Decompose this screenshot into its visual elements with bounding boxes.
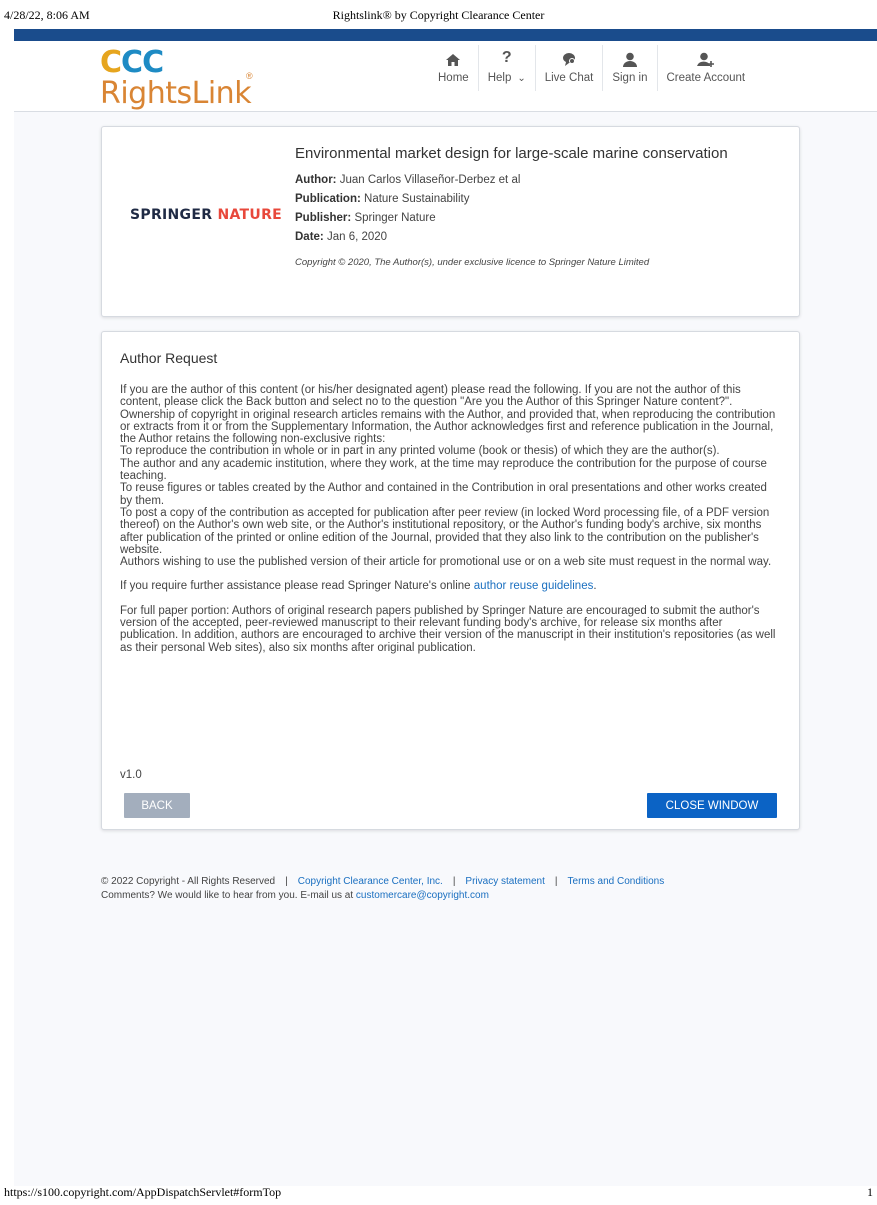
print-page-number: 1 <box>867 1185 873 1199</box>
version-label: v1.0 <box>120 769 142 781</box>
ccc-logo: CCC <box>100 45 164 80</box>
nav-help[interactable]: ? Help ⌄ <box>479 45 536 91</box>
privacy-link[interactable]: Privacy statement <box>465 876 544 887</box>
article-card: SPRINGER NATURE Environmental market des… <box>101 126 800 317</box>
request-paragraph: To reuse figures or tables created by th… <box>120 482 767 507</box>
author-row: Author: Juan Carlos Villaseñor-Derbez et… <box>295 174 521 186</box>
top-bar <box>14 29 877 41</box>
terms-link[interactable]: Terms and Conditions <box>568 876 665 887</box>
author-reuse-guidelines-link[interactable]: author reuse guidelines <box>474 580 594 592</box>
print-url: https://s100.copyright.com/AppDispatchSe… <box>4 1185 282 1199</box>
footer-separator: | <box>285 876 288 887</box>
print-title: Rightslink® by Copyright Clearance Cente… <box>332 8 545 22</box>
date-value: Jan 6, 2020 <box>326 231 388 243</box>
page: CCC RightsLink ® Home ? Help ⌄ Live Chat <box>14 29 877 1186</box>
request-paragraph: Ownership of copyright in original resea… <box>120 408 776 446</box>
nav-help-label: Help <box>487 72 512 84</box>
registered-mark: ® <box>246 71 253 81</box>
request-paragraph: To post a copy of the contribution as ac… <box>120 506 770 556</box>
author-value: Juan Carlos Villaseñor-Derbez et al <box>339 174 521 186</box>
article-title: Environmental market design for large-sc… <box>295 145 728 162</box>
chevron-down-icon: ⌄ <box>517 73 526 84</box>
nav-home-label: Home <box>438 72 469 84</box>
print-footer: https://s100.copyright.com/AppDispatchSe… <box>4 1185 873 1201</box>
assistance-paragraph: If you require further assistance please… <box>120 580 597 593</box>
rightslink-logo[interactable]: CCC RightsLink ® <box>100 45 260 111</box>
publication-value: Nature Sustainability <box>364 193 470 205</box>
footer-copyright: © 2022 Copyright - All Rights Reserved <box>101 876 276 887</box>
full-paper-paragraph: For full paper portion: Authors of origi… <box>120 604 776 654</box>
author-request-heading: Author Request <box>120 350 218 366</box>
request-paragraph: The author and any academic institution,… <box>120 457 767 483</box>
print-header: 4/28/22, 8:06 AM Rightslink® by Copyrigh… <box>4 8 873 24</box>
back-button[interactable]: BACK <box>124 793 190 818</box>
user-icon <box>622 45 638 67</box>
publisher-row: Publisher: Springer Nature <box>295 212 436 224</box>
main-nav: Home ? Help ⌄ Live Chat Sign in Create A… <box>429 41 754 111</box>
nav-create-account[interactable]: Create Account <box>658 45 755 91</box>
add-user-icon <box>696 45 715 67</box>
footer-comments: Comments? We would like to hear from you… <box>101 890 356 901</box>
chat-icon <box>561 45 577 67</box>
nav-sign-in[interactable]: Sign in <box>603 45 658 91</box>
request-paragraph: To reproduce the contribution in whole o… <box>120 445 720 458</box>
request-paragraph: If you are the author of this content (o… <box>120 384 741 409</box>
ccc-link[interactable]: Copyright Clearance Center, Inc. <box>298 876 443 887</box>
nav-create-account-label: Create Account <box>666 72 746 84</box>
date-row: Date: Jan 6, 2020 <box>295 231 388 243</box>
footer-separator: | <box>554 876 558 887</box>
publisher-value: Springer Nature <box>354 212 436 224</box>
site-footer: © 2022 Copyright - All Rights Reserved | C… <box>101 875 664 903</box>
question-icon: ? <box>501 49 512 66</box>
site-header: CCC RightsLink ® Home ? Help ⌄ Live Chat <box>14 41 877 112</box>
article-copyright: Copyright © 2020, The Author(s), under e… <box>295 257 650 268</box>
springer-nature-logo: SPRINGER NATURE <box>130 207 283 223</box>
nav-live-chat-label: Live Chat <box>544 72 594 84</box>
author-request-card: Author Request If you are the author of … <box>101 331 800 830</box>
author-request-body: If you are the author of this content (o… <box>120 384 780 654</box>
footer-separator: | <box>452 876 456 887</box>
publication-row: Publication: Nature Sustainability <box>295 193 470 205</box>
close-window-button[interactable]: CLOSE WINDOW <box>647 793 777 818</box>
email-link[interactable]: customercare@copyright.com <box>356 890 489 901</box>
home-icon <box>445 45 461 67</box>
rightslink-wordmark: RightsLink <box>100 76 252 111</box>
nav-sign-in-label: Sign in <box>612 72 648 84</box>
nav-live-chat[interactable]: Live Chat <box>536 45 604 91</box>
nav-home[interactable]: Home <box>429 45 479 91</box>
article-meta: Environmental market design for large-sc… <box>295 145 765 268</box>
request-paragraph: Authors wishing to use the published ver… <box>120 556 772 569</box>
